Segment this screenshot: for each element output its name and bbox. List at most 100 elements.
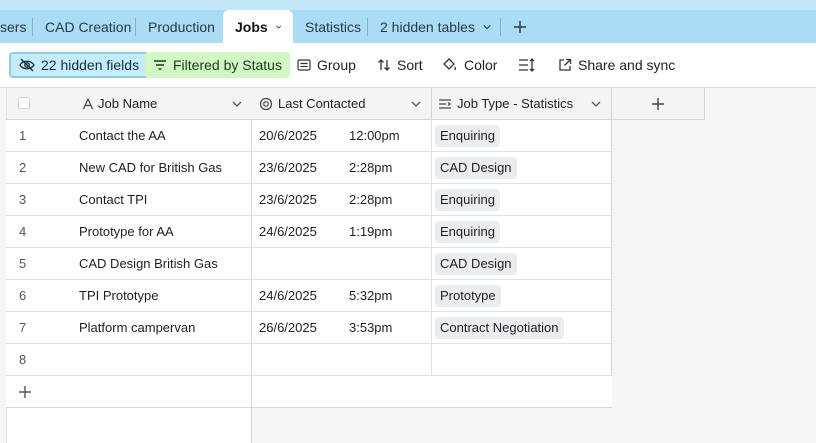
date-value: 24/6/2025 — [259, 224, 317, 239]
time-value: 2:28pm — [349, 192, 393, 207]
job-type-cell[interactable] — [432, 344, 611, 376]
last-contacted-cell[interactable] — [252, 248, 431, 280]
date-value: 20/6/2025 — [259, 128, 317, 143]
add-field-button[interactable] — [612, 88, 705, 120]
plus-icon — [652, 97, 664, 110]
tab-cad-creation[interactable]: CAD Creation — [33, 10, 143, 43]
table-row[interactable]: 5 CAD Design British Gas — [6, 248, 251, 280]
select-all-checkbox[interactable] — [18, 97, 30, 109]
table-row[interactable]: 8 — [6, 344, 251, 376]
row-number: 3 — [19, 192, 27, 207]
job-name-cell[interactable]: TPI Prototype — [79, 288, 158, 303]
group-label: Group — [317, 57, 356, 73]
table-row[interactable]: 2 New CAD for British Gas — [6, 152, 251, 184]
job-type-cell[interactable]: CAD Design — [432, 152, 611, 184]
last-contacted-cell[interactable]: 20/6/2025 12:00pm — [252, 120, 431, 152]
header-last-contacted[interactable]: Last Contacted — [252, 88, 432, 120]
column-header-job-type: Job Type - Statistics — [457, 96, 574, 111]
job-type-cell[interactable]: CAD Design — [432, 248, 611, 280]
date-value: 23/6/2025 — [259, 192, 317, 207]
job-type-cell[interactable]: Enquiring — [432, 216, 611, 248]
last-contacted-cell[interactable] — [252, 344, 431, 376]
row-height-icon — [519, 58, 535, 72]
tab-label: 2 hidden tables — [380, 18, 475, 35]
date-value: 24/6/2025 — [259, 288, 317, 303]
filter-button[interactable]: Filtered by Status — [145, 52, 290, 78]
add-record-row[interactable] — [6, 376, 612, 408]
table-row[interactable]: 7 Platform campervan — [6, 312, 251, 344]
table-row[interactable]: 6 TPI Prototype — [6, 280, 251, 312]
job-type-chip: Enquiring — [435, 188, 500, 211]
job-name-cell[interactable]: Prototype for AA — [79, 224, 174, 239]
column-header-job-name[interactable]: Job Name — [98, 96, 157, 111]
column-header-last-contacted: Last Contacted — [278, 96, 366, 111]
color-label: Color — [464, 57, 498, 73]
grid-view: Job Name Last Contacted Job Type - Stati… — [0, 88, 816, 443]
job-name-cell[interactable]: Contact TPI — [79, 192, 147, 207]
paint-bucket-icon — [443, 58, 457, 71]
last-contacted-cell[interactable]: 24/6/2025 1:19pm — [252, 216, 431, 248]
tab-label: Jobs — [235, 19, 268, 35]
row-number: 5 — [19, 256, 27, 271]
job-type-chip: Prototype — [435, 284, 501, 307]
table-tab-bar: sers CAD Creation Production Jobs Statis… — [0, 0, 816, 44]
job-type-cell[interactable]: Enquiring — [432, 184, 611, 216]
row-number: 4 — [19, 224, 27, 239]
row-height-button[interactable] — [510, 52, 550, 78]
group-button[interactable]: Group — [289, 52, 364, 78]
date-value: 23/6/2025 — [259, 160, 317, 175]
tab-production[interactable]: Production — [136, 10, 227, 43]
tab-statistics[interactable]: Statistics — [293, 10, 373, 43]
chevron-down-icon[interactable] — [591, 100, 601, 108]
time-value: 2:28pm — [349, 160, 393, 175]
sort-icon — [378, 59, 390, 71]
last-contacted-cell[interactable]: 23/6/2025 2:28pm — [252, 184, 431, 216]
clock-circle-icon — [259, 97, 273, 111]
hidden-fields-button[interactable]: 22 hidden fields — [9, 52, 150, 78]
job-type-chip: Enquiring — [435, 220, 500, 243]
last-contacted-cell[interactable]: 24/6/2025 5:32pm — [252, 280, 431, 312]
last-contacted-cell[interactable]: 23/6/2025 2:28pm — [252, 152, 431, 184]
plus-icon — [514, 20, 526, 33]
time-value: 3:53pm — [349, 320, 393, 335]
tab-label: Statistics — [305, 18, 362, 35]
hidden-tables-menu[interactable]: 2 hidden tables — [368, 10, 503, 43]
chevron-down-icon[interactable] — [411, 100, 421, 108]
share-and-sync-button[interactable]: Share and sync — [550, 52, 683, 78]
time-value: 5:32pm — [349, 288, 393, 303]
plus-icon — [19, 386, 31, 398]
share-label: Share and sync — [578, 57, 676, 73]
header-job-type[interactable]: Job Type - Statistics — [432, 88, 612, 120]
row-number: 1 — [19, 128, 27, 143]
job-type-chip: Contract Negotiation — [435, 316, 564, 339]
job-name-cell[interactable]: Contact the AA — [79, 128, 166, 143]
job-name-cell[interactable]: Platform campervan — [79, 320, 195, 335]
group-icon — [297, 59, 311, 71]
tab-label: CAD Creation — [45, 18, 132, 35]
chevron-down-icon — [483, 24, 491, 29]
job-name-cell[interactable]: CAD Design British Gas — [79, 256, 218, 271]
row-number: 2 — [19, 160, 27, 175]
job-type-cell[interactable]: Contract Negotiation — [432, 312, 611, 344]
primary-header: Job Name — [6, 88, 252, 120]
table-row[interactable]: 3 Contact TPI — [6, 184, 251, 216]
table-row[interactable]: 4 Prototype for AA — [6, 216, 251, 248]
table-row[interactable]: 1 Contact the AA — [6, 120, 251, 152]
job-type-cell[interactable]: Prototype — [432, 280, 611, 312]
color-button[interactable]: Color — [434, 52, 505, 78]
lookup-list-icon — [439, 99, 451, 109]
row-number: 8 — [19, 352, 27, 367]
job-type-cell[interactable]: Enquiring — [432, 120, 611, 152]
job-name-cell[interactable]: New CAD for British Gas — [79, 160, 222, 175]
row-number: 6 — [19, 288, 27, 303]
time-value: 1:19pm — [349, 224, 393, 239]
add-table-button[interactable] — [504, 10, 536, 43]
last-contacted-cell[interactable]: 26/6/2025 3:53pm — [252, 312, 431, 344]
hidden-fields-label: 22 hidden fields — [41, 57, 140, 73]
sort-button[interactable]: Sort — [369, 52, 431, 78]
chevron-down-icon[interactable] — [232, 100, 242, 108]
sort-label: Sort — [397, 57, 423, 73]
view-toolbar: 22 hidden fields Filtered by Status Grou… — [0, 43, 816, 88]
tab-jobs[interactable]: Jobs — [223, 10, 293, 44]
job-type-chip: Enquiring — [435, 124, 500, 147]
